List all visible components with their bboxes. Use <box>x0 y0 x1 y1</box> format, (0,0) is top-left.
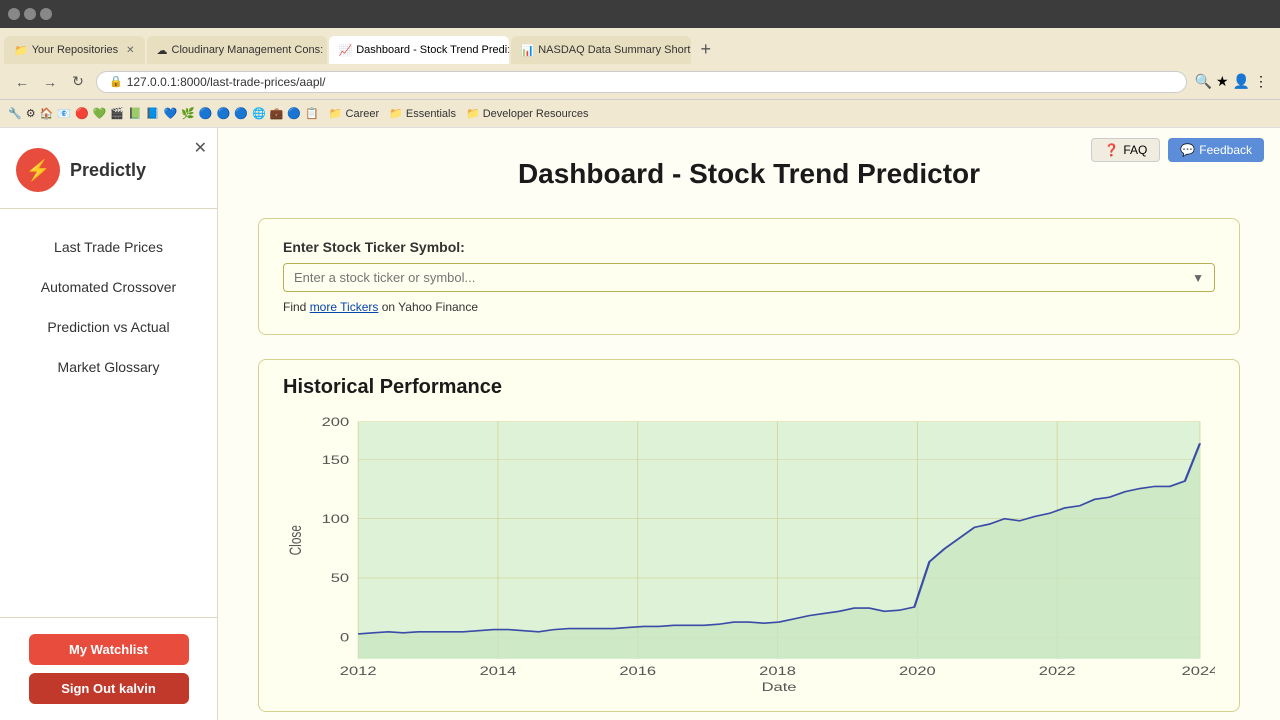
chart-section: Historical Performance <box>258 359 1240 712</box>
faq-button[interactable]: ❓ FAQ <box>1091 138 1160 162</box>
sidebar-logo-area: ⚡ Predictly <box>0 128 217 209</box>
bookmark-dev-resources[interactable]: 📁Developer Resources <box>466 107 588 120</box>
search-icon[interactable]: 🔍 <box>1195 73 1212 90</box>
chart-svg: 0 50 100 150 200 2012 2014 2016 2018 202… <box>283 411 1215 691</box>
sidebar-nav: Last Trade Prices Automated Crossover Pr… <box>0 209 217 617</box>
extensions-area: 🔍 ★ 👤 ⋮ <box>1195 73 1268 90</box>
feedback-icon: 💬 <box>1180 143 1195 157</box>
svg-text:50: 50 <box>331 572 349 585</box>
profile-icon[interactable]: 👤 <box>1233 73 1250 90</box>
svg-text:2024: 2024 <box>1182 665 1215 678</box>
more-tickers-link[interactable]: more Tickers <box>310 300 379 314</box>
ticker-find-link: Find more Tickers on Yahoo Finance <box>283 300 1215 314</box>
app-body: ✕ ⚡ Predictly Last Trade Prices Automate… <box>0 128 1280 720</box>
forward-button[interactable]: → <box>40 72 60 92</box>
svg-text:0: 0 <box>340 632 349 645</box>
page-title: Dashboard - Stock Trend Predictor <box>258 158 1240 190</box>
svg-text:2012: 2012 <box>340 665 377 678</box>
svg-text:100: 100 <box>322 513 350 526</box>
page-inner: Dashboard - Stock Trend Predictor Enter … <box>218 128 1280 720</box>
window-controls[interactable] <box>8 8 52 20</box>
tab-repositories[interactable]: 📁 Your Repositories ✕ <box>4 36 145 64</box>
tab-close-icon[interactable]: ✕ <box>126 45 134 56</box>
logo-icon: ⚡ <box>16 148 60 192</box>
ticker-input[interactable] <box>294 270 1192 285</box>
address-input[interactable]: 🔒 127.0.0.1:8000/last-trade-prices/aapl/ <box>96 71 1187 93</box>
tab-favicon: 📊 <box>521 44 535 57</box>
bookmark-bar: 🔧⚙🏠📧🔴💚🎬 📗📘💙🌿🔵🔵🔵 🌐💼🔵📋 📁Career 📁Essentials… <box>0 100 1280 128</box>
chart-title: Historical Performance <box>283 376 1215 399</box>
svg-text:2022: 2022 <box>1039 665 1076 678</box>
sidebar-item-market-glossary[interactable]: Market Glossary <box>0 349 217 385</box>
bookmark-various[interactable]: 🔧⚙🏠📧🔴💚🎬 📗📘💙🌿🔵🔵🔵 🌐💼🔵📋 <box>8 107 319 120</box>
tab-bar: 📁 Your Repositories ✕ ☁ Cloudinary Manag… <box>0 28 1280 64</box>
ticker-label: Enter Stock Ticker Symbol: <box>283 239 1215 255</box>
sidebar-item-automated-crossover[interactable]: Automated Crossover <box>0 269 217 305</box>
chart-container: 0 50 100 150 200 2012 2014 2016 2018 202… <box>283 411 1215 691</box>
sidebar-item-prediction-vs-actual[interactable]: Prediction vs Actual <box>0 309 217 345</box>
back-button[interactable]: ← <box>12 72 32 92</box>
ticker-input-row[interactable]: ▼ <box>283 263 1215 292</box>
svg-text:2018: 2018 <box>759 665 796 678</box>
tab-cloudinary[interactable]: ☁ Cloudinary Management Cons: ✕ <box>147 36 327 64</box>
sidebar-close-button[interactable]: ✕ <box>194 138 207 158</box>
svg-text:2014: 2014 <box>480 665 517 678</box>
svg-text:2016: 2016 <box>619 665 656 678</box>
bookmark-career[interactable]: 📁Career <box>329 107 379 120</box>
faq-icon: ❓ <box>1104 143 1119 157</box>
main-content: ❓ FAQ 💬 Feedback Dashboard - Stock Trend… <box>218 128 1280 720</box>
dropdown-arrow-icon[interactable]: ▼ <box>1192 271 1204 285</box>
tab-dashboard[interactable]: 📈 Dashboard - Stock Trend Predi: ✕ <box>329 36 509 64</box>
sign-out-button[interactable]: Sign Out kalvin <box>29 673 189 704</box>
bookmark-essentials[interactable]: 📁Essentials <box>389 107 456 120</box>
sidebar: ✕ ⚡ Predictly Last Trade Prices Automate… <box>0 128 218 720</box>
tab-favicon: 📈 <box>339 44 353 57</box>
new-tab-button[interactable]: + <box>693 35 720 64</box>
address-bar: ← → ↻ 🔒 127.0.0.1:8000/last-trade-prices… <box>0 64 1280 100</box>
logo-text: Predictly <box>70 160 146 181</box>
browser-chrome <box>0 0 1280 28</box>
bookmark-icon[interactable]: ★ <box>1216 73 1229 90</box>
tab-favicon: ☁ <box>157 44 168 57</box>
feedback-button[interactable]: 💬 Feedback <box>1168 138 1264 162</box>
menu-icon[interactable]: ⋮ <box>1254 73 1268 90</box>
address-text: 127.0.0.1:8000/last-trade-prices/aapl/ <box>127 75 326 89</box>
sidebar-bottom: My Watchlist Sign Out kalvin <box>0 617 217 720</box>
sidebar-item-last-trade-prices[interactable]: Last Trade Prices <box>0 229 217 265</box>
ticker-section: Enter Stock Ticker Symbol: ▼ Find more T… <box>258 218 1240 335</box>
svg-text:200: 200 <box>322 416 350 429</box>
svg-text:2020: 2020 <box>899 665 936 678</box>
reload-button[interactable]: ↻ <box>68 72 88 92</box>
top-bar-right: ❓ FAQ 💬 Feedback <box>1091 138 1264 162</box>
tab-nasdaq[interactable]: 📊 NASDAQ Data Summary Short: ✕ <box>511 36 691 64</box>
my-watchlist-button[interactable]: My Watchlist <box>29 634 189 665</box>
svg-text:Date: Date <box>762 681 797 691</box>
tab-favicon: 📁 <box>14 44 28 57</box>
svg-text:Close: Close <box>287 525 305 555</box>
svg-text:150: 150 <box>322 454 350 467</box>
